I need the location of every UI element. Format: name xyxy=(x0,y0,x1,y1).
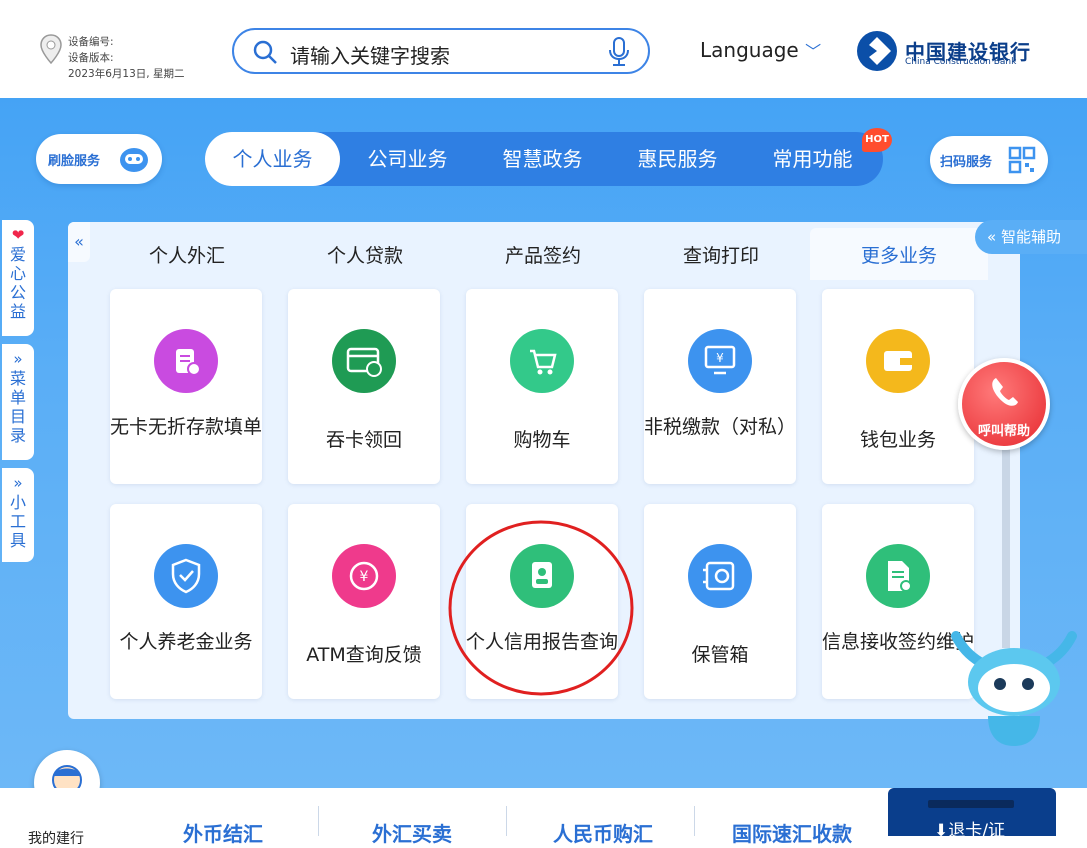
search-input[interactable]: 请输入关键字搜索 xyxy=(232,28,650,74)
ccb-logo xyxy=(857,31,897,71)
card-label: 保管箱 xyxy=(691,644,749,666)
card-atm-feedback[interactable]: ¥ ATM查询反馈 xyxy=(288,504,440,699)
tab-corporate[interactable]: 公司业务 xyxy=(340,132,475,186)
tab-personal[interactable]: 个人业务 xyxy=(205,132,340,186)
bottom-item-rmb-purchase[interactable]: 人民币购汇 xyxy=(553,818,653,847)
bank-name-en: China Construction Bank xyxy=(905,57,1017,67)
face-service-button[interactable]: 刷脸服务 xyxy=(36,134,162,184)
language-selector[interactable]: Language ﹀ xyxy=(700,38,821,62)
exit-card-button[interactable]: ⬇退卡/证 xyxy=(888,788,1056,841)
card-label: 钱包业务 xyxy=(859,429,936,451)
sidebar-item-tools[interactable]: » 小工具 xyxy=(2,468,34,562)
card-label: 个人养老金业务 xyxy=(119,631,253,653)
my-ccb-label[interactable]: 我的建行 xyxy=(28,828,84,848)
subtab-query-print[interactable]: 查询打印 xyxy=(632,228,810,280)
header: 设备编号: 设备版本: 2023年6月13日, 星期二 请输入关键字搜索 Lan… xyxy=(0,0,1087,98)
divider xyxy=(506,806,507,836)
search-placeholder: 请输入关键字搜索 xyxy=(290,44,450,68)
smart-assist-button[interactable]: « 智能辅助 xyxy=(975,220,1087,254)
hot-badge: HOT xyxy=(862,128,892,152)
bottom-item-fx-trade[interactable]: 外汇买卖 xyxy=(372,818,452,847)
device-info: 设备编号: 设备版本: 2023年6月13日, 星期二 xyxy=(68,34,184,82)
subtab-sign[interactable]: 产品签约 xyxy=(454,228,632,280)
phone-icon xyxy=(992,378,1018,406)
card-label: 购物车 xyxy=(513,429,571,451)
heart-icon: ❤ xyxy=(11,226,25,244)
main-tabs: 个人业务 公司业务 智慧政务 惠民服务 常用功能 xyxy=(205,132,883,186)
card-label: 非税缴款（对私） xyxy=(644,416,797,438)
main-area: 刷脸服务 个人业务 公司业务 智慧政务 惠民服务 常用功能 HOT 扫码服务 ❤… xyxy=(0,98,1087,816)
device-version: 设备版本: xyxy=(68,52,114,64)
qr-code-icon xyxy=(1008,146,1036,174)
subtab-more[interactable]: 更多业务 xyxy=(810,228,988,280)
sidebar-item-menu[interactable]: » 菜单目录 xyxy=(2,344,34,460)
collapse-icon[interactable]: « xyxy=(68,222,90,262)
call-help-button[interactable]: 呼叫帮助 xyxy=(958,358,1050,450)
double-chevron-icon: « xyxy=(987,228,1001,246)
face-scan-icon xyxy=(120,148,148,172)
document-icon xyxy=(866,544,930,608)
language-label: Language xyxy=(700,38,799,62)
card-swallowed-card[interactable]: 吞卡领回 xyxy=(288,289,440,484)
sidebar-item-charity[interactable]: ❤ 爱心公益 xyxy=(2,220,34,336)
date-text: 2023年6月13日, 星期二 xyxy=(68,68,185,80)
device-number: 设备编号: xyxy=(68,36,114,48)
bottom-item-remit[interactable]: 国际速汇收款 xyxy=(732,818,852,847)
divider xyxy=(318,806,319,836)
svg-text:¥: ¥ xyxy=(716,351,724,365)
face-service-label: 刷脸服务 xyxy=(48,154,101,169)
subtab-loan[interactable]: 个人贷款 xyxy=(276,228,454,280)
card-shopping-cart[interactable]: 购物车 xyxy=(466,289,618,484)
card-pension[interactable]: 个人养老金业务 xyxy=(110,504,262,699)
call-help-label: 呼叫帮助 xyxy=(977,424,1030,439)
yen-refresh-icon: ¥ xyxy=(332,544,396,608)
bottom-item-fx-settle[interactable]: 外币结汇 xyxy=(183,818,263,847)
arrow-down-icon: ⬇ xyxy=(934,821,949,841)
sidebar-menu-label: 菜单目录 xyxy=(9,369,26,445)
form-icon xyxy=(154,329,218,393)
sidebar-tools-label: 小工具 xyxy=(9,493,26,550)
scan-service-label: 扫码服务 xyxy=(940,155,993,170)
card-label: 无卡无折存款填单 xyxy=(110,416,263,438)
tab-common[interactable]: 常用功能 xyxy=(745,132,880,186)
subtab-forex[interactable]: 个人外汇 xyxy=(98,228,276,280)
card-label: 吞卡领回 xyxy=(325,429,402,451)
card-tax-payment[interactable]: ¥ 非税缴款（对私） xyxy=(644,289,796,484)
scan-service-button[interactable]: 扫码服务 xyxy=(930,136,1048,184)
help-pole xyxy=(1002,448,1010,648)
double-chevron-icon: » xyxy=(13,474,23,492)
shield-icon xyxy=(154,544,218,608)
exit-card-text: 退卡/证 xyxy=(948,821,1005,841)
monitor-yen-icon: ¥ xyxy=(688,329,752,393)
card-wallet[interactable]: 钱包业务 xyxy=(822,289,974,484)
safe-icon xyxy=(688,544,752,608)
card-safe-box[interactable]: 保管箱 xyxy=(644,504,796,699)
card-slot-icon xyxy=(928,800,1014,808)
chevron-down-icon: ﹀ xyxy=(805,42,822,61)
location-icon xyxy=(40,34,62,68)
cart-icon xyxy=(510,329,574,393)
bottom-bar: 我的建行 外币结汇 外汇买卖 人民币购汇 国际速汇收款 ⬇退卡/证 xyxy=(0,788,1087,847)
sidebar-charity-label: 爱心公益 xyxy=(9,245,26,321)
card-label: ATM查询反馈 xyxy=(306,644,422,666)
search-icon xyxy=(253,40,277,64)
card-cardless-deposit[interactable]: 无卡无折存款填单 xyxy=(110,289,262,484)
divider xyxy=(694,806,695,836)
card-return-icon xyxy=(332,329,396,393)
wallet-icon xyxy=(866,329,930,393)
microphone-icon[interactable] xyxy=(608,36,630,68)
svg-text:¥: ¥ xyxy=(360,569,369,585)
double-chevron-icon: » xyxy=(13,350,23,368)
smart-assist-label: 智能辅助 xyxy=(1000,228,1061,246)
tab-government[interactable]: 智慧政务 xyxy=(475,132,610,186)
highlight-circle xyxy=(448,520,634,696)
mascot-image xyxy=(951,631,1077,746)
exit-card-label: ⬇退卡/证 xyxy=(934,816,1005,841)
tab-public-service[interactable]: 惠民服务 xyxy=(610,132,745,186)
